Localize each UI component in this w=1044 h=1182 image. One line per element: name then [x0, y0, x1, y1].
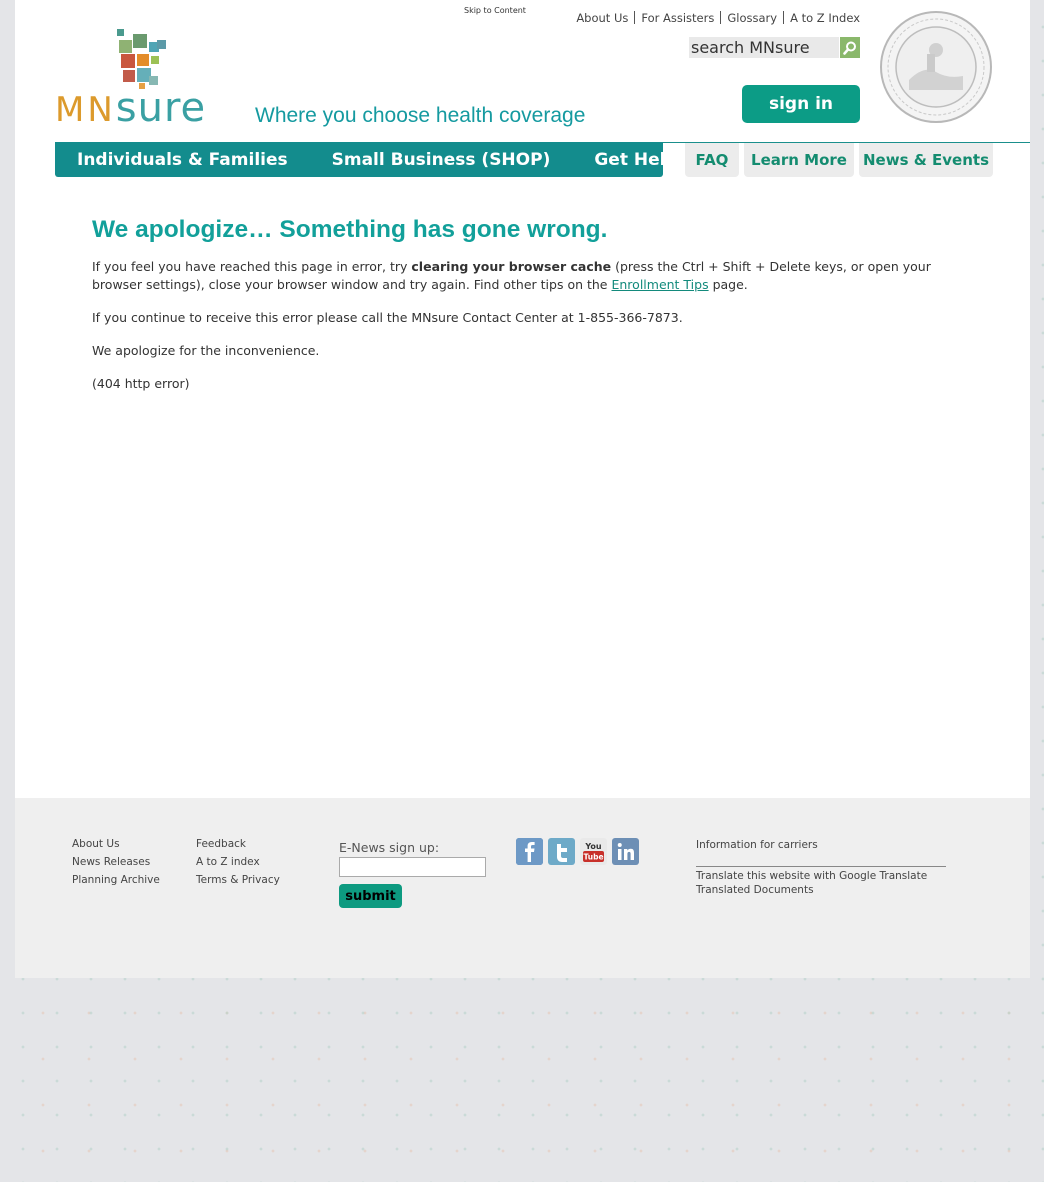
svg-text:You: You — [584, 842, 602, 851]
enews-label: E-News sign up: — [339, 840, 440, 855]
translate-links: Translate this website with Google Trans… — [696, 869, 927, 897]
nav-small-business[interactable]: Small Business (SHOP) — [310, 150, 573, 170]
top-links: About Us For Assisters Glossary A to Z Inde… — [576, 11, 860, 25]
footer-links-col2: Feedback A to Z index Terms & Privacy — [196, 838, 280, 892]
translated-documents-link[interactable]: Translated Documents — [696, 883, 927, 897]
svg-text:Tube: Tube — [583, 853, 603, 862]
error-paragraph-cache: If you feel you have reached this page i… — [92, 259, 931, 292]
footer-link-planning-archive[interactable]: Planning Archive — [72, 874, 160, 886]
page-body: Skip to Content About Us For Assisters Glo… — [15, 0, 1030, 798]
error-content: We apologize… Something has gone wrong. … — [92, 216, 942, 408]
state-seal-icon — [880, 11, 992, 123]
sign-in-button[interactable]: sign in — [742, 85, 860, 123]
search-icon — [843, 41, 856, 55]
error-paragraph-contact: If you continue to receive this error pl… — [92, 310, 683, 325]
error-title: We apologize… Something has gone wrong. — [92, 216, 608, 243]
subnav-news-events[interactable]: News & Events — [859, 143, 993, 177]
error-code: (404 http error) — [92, 376, 190, 391]
youtube-icon[interactable]: You Tube — [580, 838, 607, 865]
footer-divider — [696, 866, 946, 867]
error-paragraph-apology: We apologize for the inconvenience. — [92, 343, 320, 358]
top-link-about-us[interactable]: About Us — [576, 11, 628, 25]
footer-link-a-to-z[interactable]: A to Z index — [196, 856, 280, 868]
search-input[interactable]: search MNsure — [689, 37, 839, 58]
footer-link-feedback[interactable]: Feedback — [196, 838, 280, 850]
enews-submit-button[interactable]: submit — [339, 884, 402, 908]
enrollment-tips-link[interactable]: Enrollment Tips — [611, 277, 708, 292]
tagline: Where you choose health coverage — [255, 104, 586, 127]
footer-link-about-us[interactable]: About Us — [72, 838, 160, 850]
footer-link-news-releases[interactable]: News Releases — [72, 856, 160, 868]
search-button[interactable] — [840, 37, 860, 58]
footer-link-carriers[interactable]: Information for carriers — [696, 839, 818, 851]
top-link-for-assisters[interactable]: For Assisters — [641, 11, 714, 25]
divider — [783, 11, 785, 24]
divider — [720, 11, 722, 24]
subnav-faq[interactable]: FAQ — [685, 143, 739, 177]
twitter-icon[interactable] — [548, 838, 575, 865]
main-nav: Individuals & Families Small Business (S… — [55, 142, 678, 177]
footer-link-terms-privacy[interactable]: Terms & Privacy — [196, 874, 280, 886]
linkedin-icon[interactable] — [612, 838, 639, 865]
subnav-learn-more[interactable]: Learn More — [744, 143, 854, 177]
mnsure-wordmark: MNsure — [55, 85, 207, 131]
nav-individuals-families[interactable]: Individuals & Families — [55, 150, 310, 170]
top-link-a-to-z[interactable]: A to Z Index — [790, 11, 860, 25]
divider — [634, 11, 636, 24]
enews-email-input[interactable] — [339, 857, 486, 877]
skip-to-content-link[interactable]: Skip to Content — [464, 6, 526, 15]
nav-get-help[interactable]: Get Help — [572, 150, 699, 170]
footer-links-col1: About Us News Releases Planning Archive — [72, 838, 160, 892]
google-translate-link[interactable]: Translate this website with Google Trans… — [696, 869, 927, 883]
facebook-icon[interactable] — [516, 838, 543, 865]
top-link-glossary[interactable]: Glossary — [727, 11, 777, 25]
